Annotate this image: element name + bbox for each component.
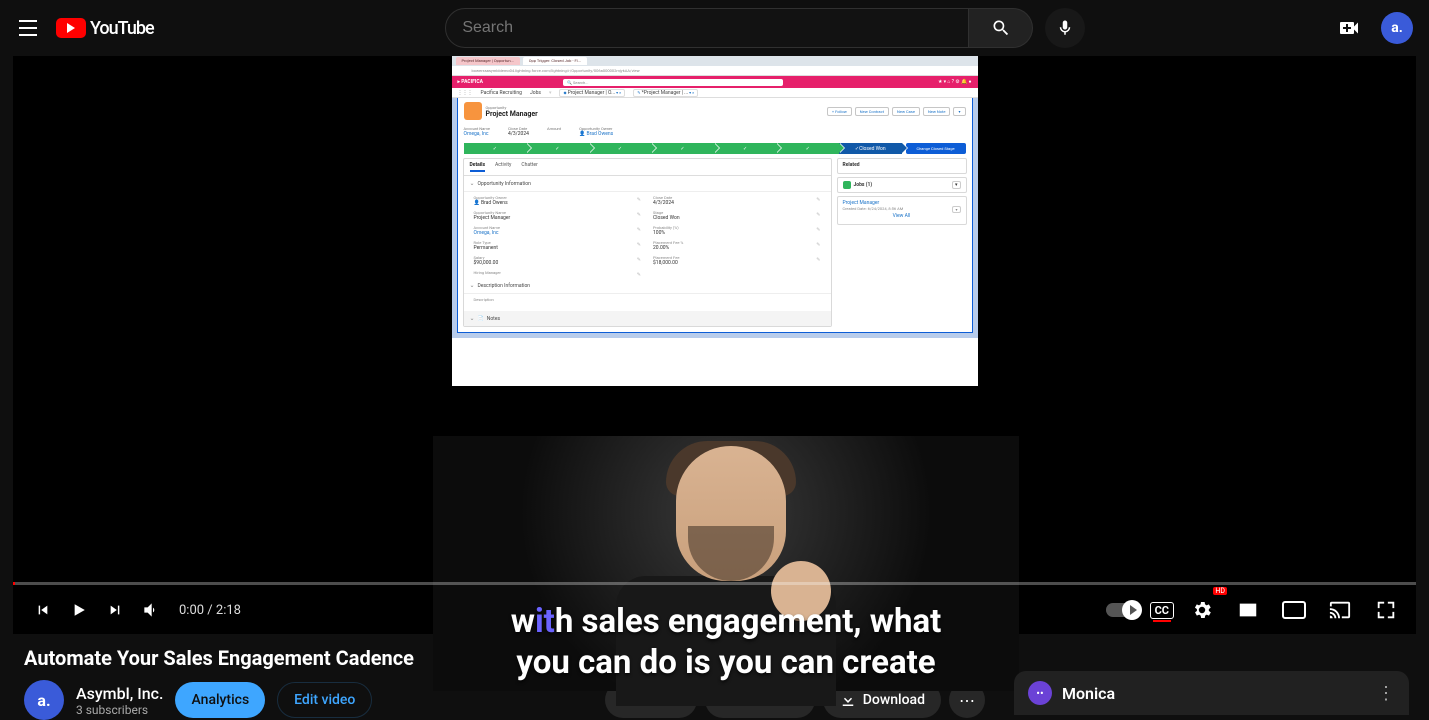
monica-icon: •• [1028,681,1052,705]
next-button[interactable] [97,592,133,628]
autoplay-toggle[interactable] [1106,603,1140,617]
play-logo-icon [56,18,86,38]
search-input[interactable] [445,8,969,48]
account-avatar[interactable]: a. [1381,12,1413,44]
video-player[interactable]: Project Manager | Opportun... Opp Trigge… [13,56,1416,634]
tab-details: Details [470,162,486,172]
sf-search: 🔍 Search... [563,79,783,86]
logo-text: YouTube [90,18,154,39]
miniplayer-button[interactable] [1230,592,1266,628]
play-button[interactable] [61,592,97,628]
voice-search-button[interactable] [1045,8,1085,48]
cast-button[interactable] [1322,592,1358,628]
browser-tab: Project Manager | Opportun... [456,57,520,65]
mic-icon [1056,19,1074,37]
captions-button[interactable]: CC [1150,602,1174,619]
sf-app-name: Pacifica Recruiting [481,90,522,96]
tab-activity: Activity [495,162,511,172]
progress-bar[interactable] [13,582,1416,585]
volume-button[interactable] [133,592,169,628]
change-stage-button: Change Closed Stage [906,143,966,154]
download-icon [839,691,857,709]
channel-avatar[interactable]: a. [24,680,64,720]
stage-closed-won: ✓ Closed Won [839,143,902,154]
monica-panel[interactable]: •• Monica ⋮ [1014,671,1409,715]
search-icon [991,18,1011,38]
youtube-logo[interactable]: YouTube [56,18,154,39]
theater-button[interactable] [1276,592,1312,628]
monica-title: Monica [1062,684,1115,703]
edit-video-button[interactable]: Edit video [277,682,372,718]
channel-name[interactable]: Asymbl, Inc. [76,684,163,703]
sf-workspace-tab: ◆ Project Manager | O... ▾ × [559,89,625,97]
subscriber-count: 3 subscribers [76,703,163,717]
menu-icon[interactable] [16,16,40,40]
sf-header-icons: ★ ▾ ⌂ ? ⚙ 🔔 ● [938,79,972,85]
create-icon [1337,16,1361,40]
sf-workspace-tab: ✎ *Project Manager | ... ▾ × [633,89,698,97]
time-display: 0:00 / 2:18 [179,603,241,618]
new-contract-button: New Contract [855,107,889,116]
more-actions: ▾ [953,107,965,116]
salesforce-screenshot: Project Manager | Opportun... Opp Trigge… [452,56,978,386]
new-note-button: New Note [923,107,951,116]
presenter-video: with sales engagement, what you can do i… [433,436,1019,691]
new-case-button: New Case [892,107,920,116]
app-brand: ▸ PACIFICA [458,79,483,85]
monica-more-button[interactable]: ⋮ [1377,683,1395,704]
sf-nav-item: Jobs [530,90,541,96]
tab-chatter: Chatter [521,162,537,172]
opportunity-icon [464,102,482,120]
analytics-button[interactable]: Analytics [175,682,265,718]
search-button[interactable] [969,8,1033,48]
record-title: Project Manager [486,110,538,118]
browser-tab: Opp Trigger: Closed Job - Fl... [523,57,587,65]
follow-button: + Follow [827,107,852,116]
previous-button[interactable] [25,592,61,628]
url-bar: bowerssasymbldemo04.lightning.force.com/… [452,66,978,76]
settings-button[interactable]: HD [1184,592,1220,628]
fullscreen-button[interactable] [1368,592,1404,628]
hd-badge: HD [1213,587,1227,595]
create-button[interactable] [1337,16,1361,40]
